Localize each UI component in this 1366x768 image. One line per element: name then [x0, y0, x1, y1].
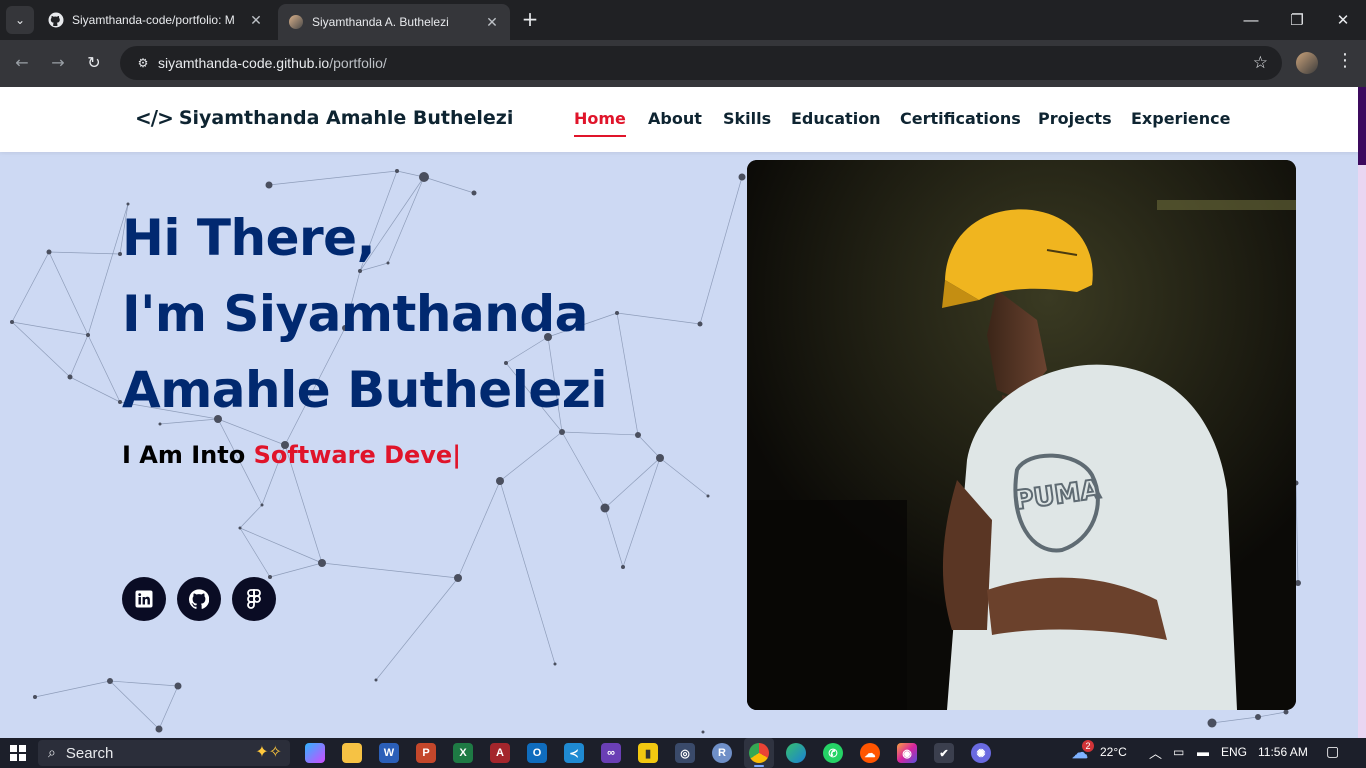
copilot-app-icon[interactable]	[305, 743, 325, 763]
github-icon	[48, 12, 64, 28]
site-header: </> Siyamthanda Amahle Buthelezi Home Ab…	[0, 87, 1358, 152]
windows-start-icon[interactable]	[10, 745, 26, 761]
tasks-app-icon[interactable]: ✔	[934, 743, 954, 763]
language-indicator[interactable]: ENG	[1221, 745, 1247, 759]
instagram-icon[interactable]: ◉	[897, 743, 917, 763]
code-icon: </>	[135, 106, 174, 130]
meet-camera-icon[interactable]: ▭	[1173, 745, 1184, 759]
portfolio-page: </> Siyamthanda Amahle Buthelezi Home Ab…	[0, 87, 1366, 738]
r-language-icon[interactable]: R	[712, 743, 732, 763]
temperature-text: 22°C	[1100, 745, 1127, 759]
nav-certifications[interactable]: Certifications	[900, 109, 1021, 128]
soundcloud-icon[interactable]: ☁	[860, 743, 880, 763]
tab-search-menu-button[interactable]: ⌄	[6, 6, 34, 34]
search-icon: ⌕	[48, 745, 56, 761]
nav-experience[interactable]: Experience	[1131, 109, 1231, 128]
figma-icon	[247, 589, 261, 609]
typed-prefix: I Am Into	[122, 441, 254, 469]
outlook-icon[interactable]: O	[527, 743, 547, 763]
search-label: Search	[65, 744, 114, 762]
site-logo[interactable]: </> Siyamthanda Amahle Buthelezi	[135, 106, 513, 130]
page-scrollbar-thumb[interactable]	[1358, 87, 1366, 165]
browser-toolbar: ← → ↻ ⚙ siyamthanda-code.github.io/portf…	[0, 40, 1366, 87]
browser-tab-strip: ⌄ Siyamthanda-code/portfolio: M ✕ Siyamt…	[0, 0, 1366, 40]
restore-window-button[interactable]: ❐	[1274, 0, 1320, 40]
nav-skills[interactable]: Skills	[723, 109, 771, 128]
minimize-window-button[interactable]: ―	[1228, 0, 1274, 40]
tab-title: Siyamthanda-code/portfolio: M	[72, 13, 235, 27]
figma-button[interactable]	[232, 577, 276, 621]
typed-role-text: I Am Into Software Deve|	[122, 441, 461, 469]
typed-role: Software Deve|	[253, 441, 461, 469]
remote-desktop-icon[interactable]: ◎	[675, 743, 695, 763]
hero-heading-line-1: Hi There,	[122, 209, 376, 267]
taskbar-search-box[interactable]: ⌕ Search ✦✧	[38, 740, 290, 766]
forward-arrow-icon[interactable]: →	[46, 52, 70, 76]
close-tab-icon[interactable]: ✕	[246, 12, 266, 29]
close-window-button[interactable]: ✕	[1320, 0, 1366, 40]
nav-about[interactable]: About	[648, 109, 702, 128]
site-settings-icon[interactable]: ⚙	[128, 56, 158, 70]
show-hidden-icons-icon[interactable]: ︿	[1149, 743, 1162, 762]
file-explorer-icon[interactable]	[342, 743, 362, 763]
word-icon[interactable]: W	[379, 743, 399, 763]
nav-projects[interactable]: Projects	[1038, 109, 1112, 128]
whatsapp-icon[interactable]: ✆	[823, 743, 843, 763]
brand-name: Siyamthanda Amahle Buthelezi	[178, 107, 514, 129]
github-icon	[189, 589, 209, 609]
windows-taskbar: ⌕ Search ✦✧ W P X A O ≺ ∞ ▮ ◎ R ✆ ☁ ◉ ✔ …	[0, 738, 1366, 768]
linkedin-icon	[135, 590, 153, 608]
battery-icon[interactable]: ▬	[1197, 745, 1209, 759]
copilot-sparkle-icon: ✦✧	[255, 742, 282, 761]
profile-favicon-icon	[288, 14, 304, 30]
nav-education[interactable]: Education	[791, 109, 881, 128]
clock-time[interactable]: 11:56 AM	[1258, 745, 1308, 759]
address-bar[interactable]: ⚙ siyamthanda-code.github.io/portfolio/ …	[120, 46, 1282, 80]
tab-github-repo[interactable]: Siyamthanda-code/portfolio: M ✕	[38, 0, 274, 40]
excel-icon[interactable]: X	[453, 743, 473, 763]
linkedin-button[interactable]	[122, 577, 166, 621]
weather-badge: 2	[1082, 740, 1094, 752]
close-tab-icon[interactable]: ✕	[482, 14, 502, 31]
reload-icon[interactable]: ↻	[82, 52, 106, 76]
url-text: siyamthanda-code.github.io/portfolio/	[158, 55, 387, 71]
browser-menu-icon[interactable]: ⋮	[1336, 50, 1354, 71]
github-button[interactable]	[177, 577, 221, 621]
hero-heading-line-3: Amahle Buthelezi	[122, 361, 608, 419]
profile-photo: PUMA	[747, 160, 1296, 710]
access-icon[interactable]: A	[490, 743, 510, 763]
vscode-icon[interactable]: ≺	[564, 743, 584, 763]
power-bi-icon[interactable]: ▮	[638, 743, 658, 763]
back-arrow-icon[interactable]: ←	[10, 52, 34, 76]
page-scrollbar[interactable]	[1358, 87, 1366, 738]
chrome-icon[interactable]	[749, 743, 769, 763]
nav-home[interactable]: Home	[574, 109, 626, 137]
browser-profile-avatar[interactable]	[1296, 52, 1318, 74]
edge-icon[interactable]	[786, 743, 806, 763]
hero-heading-line-2: I'm Siyamthanda	[122, 285, 588, 343]
new-tab-button[interactable]: +	[518, 8, 542, 32]
visual-studio-icon[interactable]: ∞	[601, 743, 621, 763]
tab-title: Siyamthanda A. Buthelezi	[312, 15, 449, 29]
bookmark-star-icon[interactable]: ☆	[1253, 53, 1268, 73]
notifications-icon[interactable]: ▢	[1326, 743, 1339, 760]
settings-app-icon[interactable]: ✺	[971, 743, 991, 763]
powerpoint-icon[interactable]: P	[416, 743, 436, 763]
tab-portfolio[interactable]: Siyamthanda A. Buthelezi ✕	[278, 4, 510, 40]
